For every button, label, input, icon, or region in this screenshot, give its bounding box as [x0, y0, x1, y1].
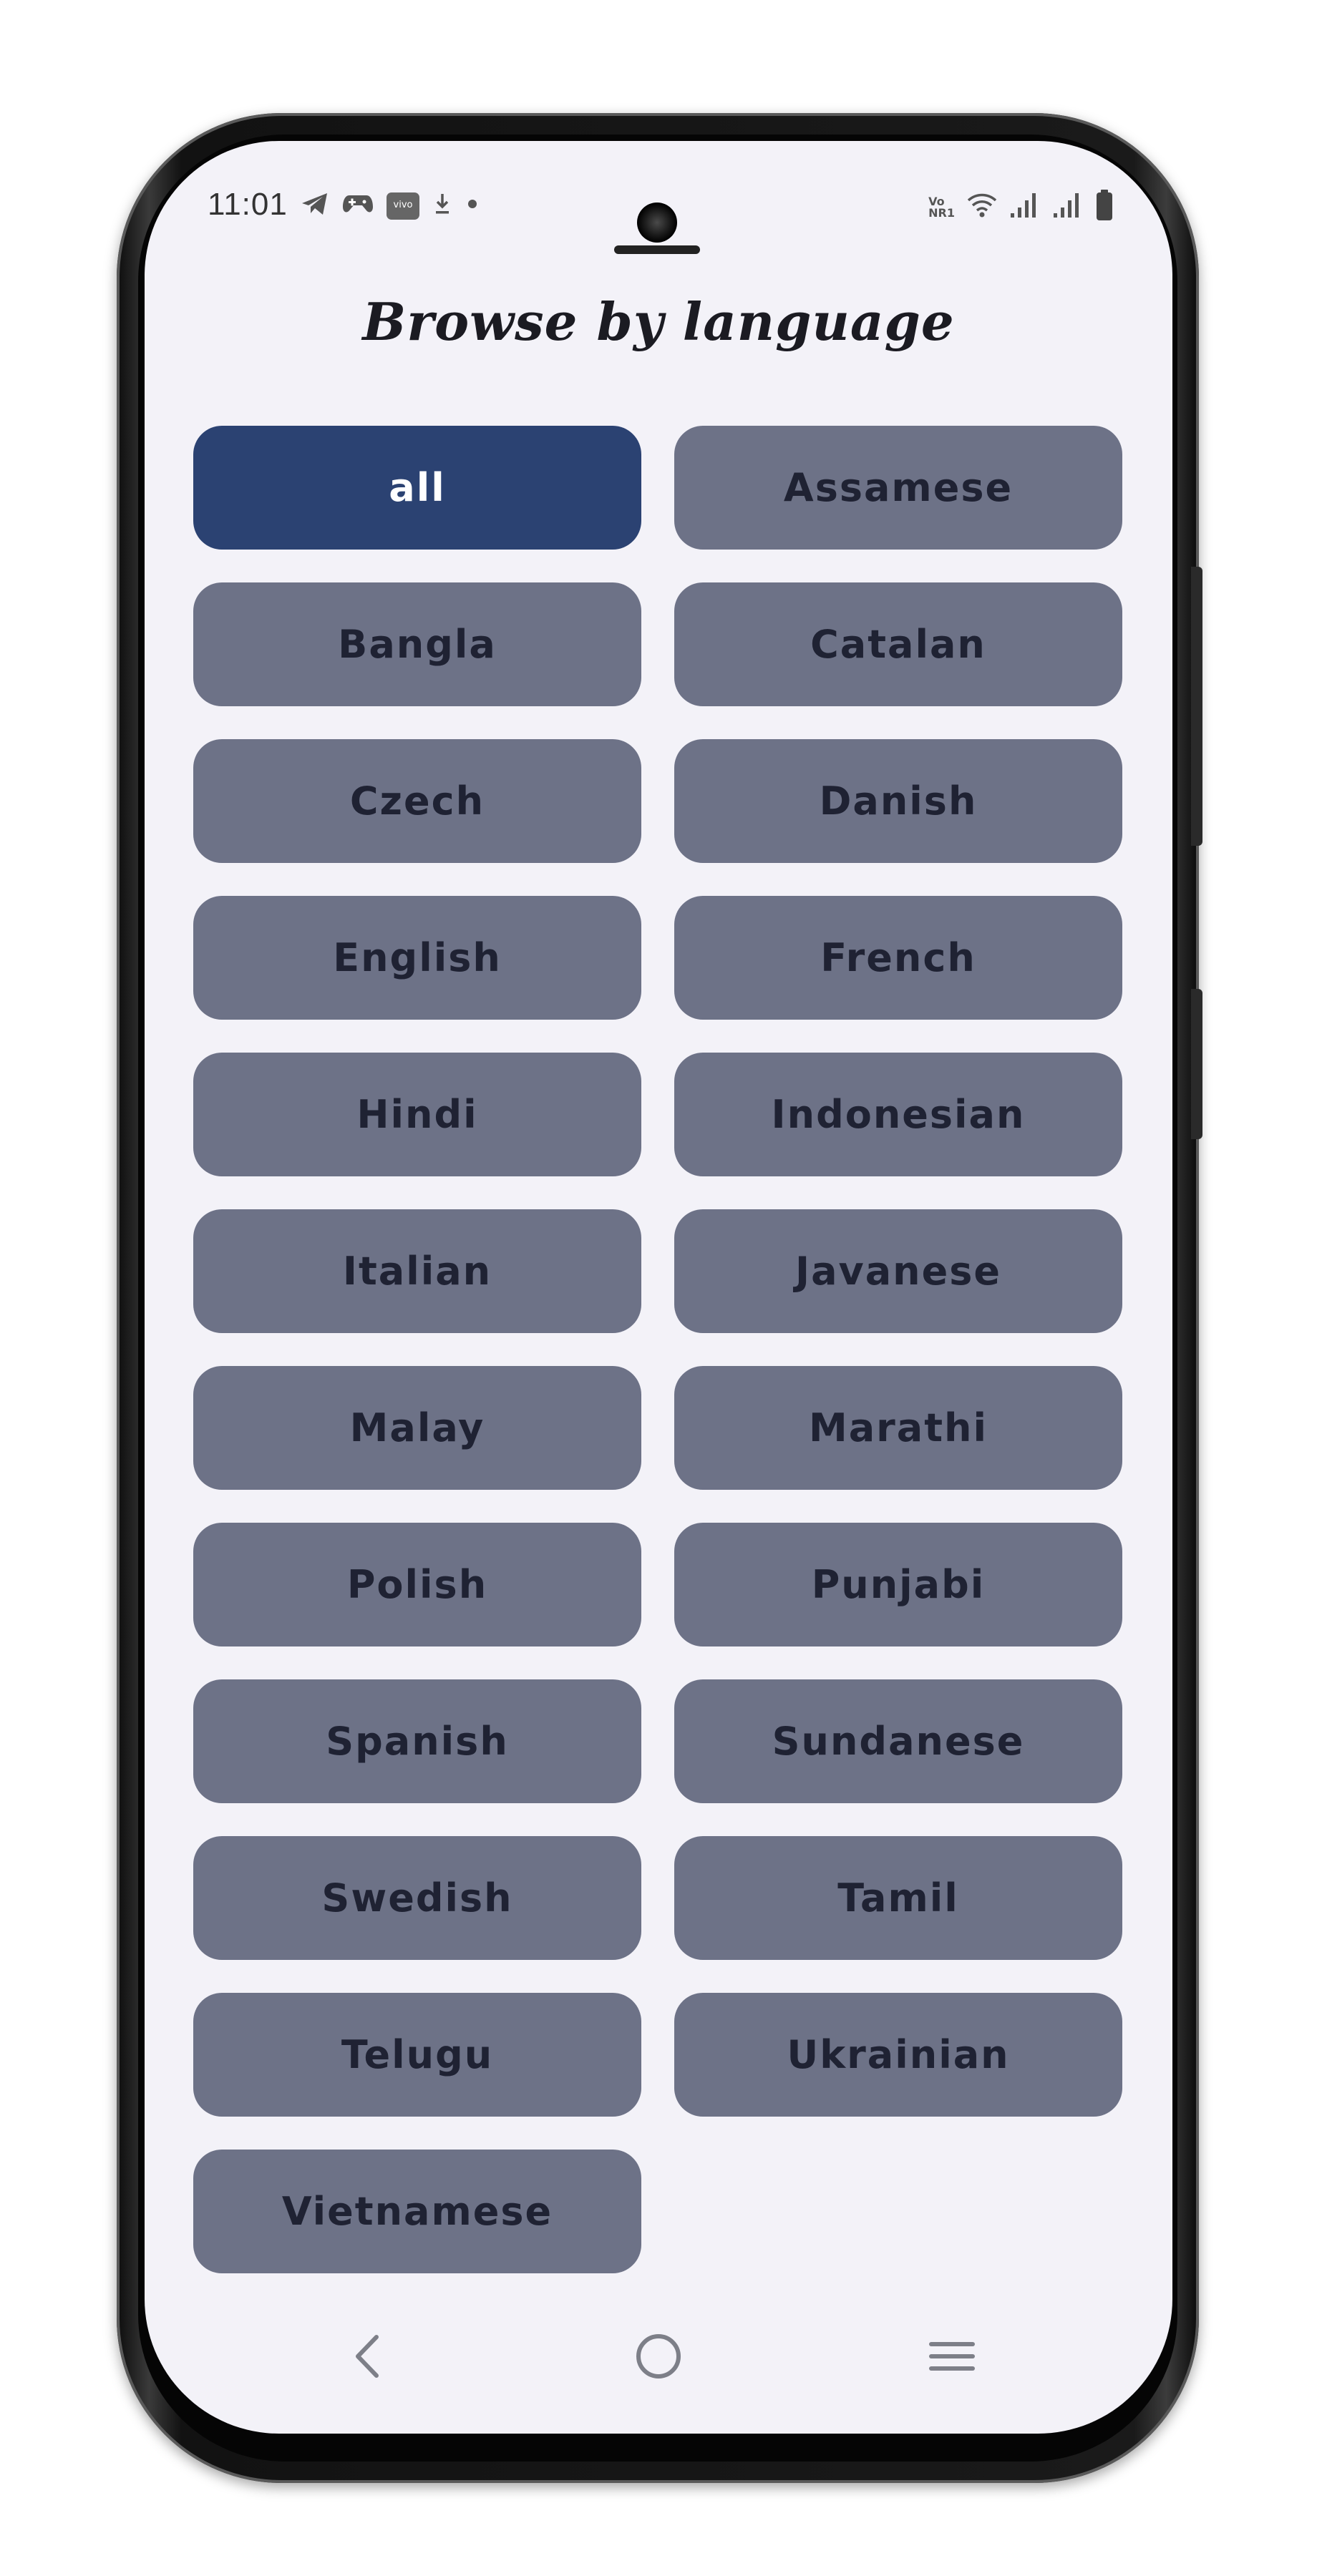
- camera-lens: [637, 203, 677, 243]
- language-button-punjabi[interactable]: Punjabi: [674, 1523, 1122, 1646]
- language-button-all[interactable]: all: [193, 426, 641, 550]
- back-button[interactable]: [332, 2322, 404, 2394]
- download-icon: [432, 191, 452, 220]
- home-button[interactable]: [623, 2322, 694, 2394]
- wifi-icon: [966, 192, 998, 223]
- power-button: [1191, 989, 1202, 1139]
- language-button-assamese[interactable]: Assamese: [674, 426, 1122, 550]
- language-button-ukrainian[interactable]: Ukrainian: [674, 1993, 1122, 2117]
- volume-button: [1191, 567, 1202, 846]
- language-button-sundanese[interactable]: Sundanese: [674, 1679, 1122, 1803]
- signal-icon: [1009, 192, 1041, 223]
- language-button-malay[interactable]: Malay: [193, 1366, 641, 1490]
- camera-bar: [614, 245, 700, 254]
- notification-icons: vivo: [301, 191, 480, 220]
- language-button-italian[interactable]: Italian: [193, 1209, 641, 1333]
- language-button-indonesian[interactable]: Indonesian: [674, 1053, 1122, 1176]
- home-icon: [633, 2331, 684, 2385]
- signal-icon: [1052, 192, 1084, 223]
- language-button-swedish[interactable]: Swedish: [193, 1836, 641, 1960]
- language-button-english[interactable]: English: [193, 896, 641, 1020]
- language-grid: all Assamese Bangla Catalan Czech Danish Engli…: [193, 426, 1124, 2273]
- language-button-danish[interactable]: Danish: [674, 739, 1122, 863]
- status-bar: 11:01 vivo Vo NR1: [145, 184, 1172, 254]
- navigation-bar: [145, 2322, 1172, 2394]
- language-button-catalan[interactable]: Catalan: [674, 582, 1122, 706]
- language-button-vietnamese[interactable]: Vietnamese: [193, 2150, 641, 2273]
- back-icon: [346, 2331, 389, 2385]
- language-button-tamil[interactable]: Tamil: [674, 1836, 1122, 1960]
- phone-screen: 11:01 vivo Vo NR1 Browse by language all…: [145, 141, 1172, 2434]
- vivo-icon-label: vivo: [393, 199, 413, 210]
- recents-button[interactable]: [916, 2322, 988, 2394]
- recents-icon: [926, 2335, 978, 2381]
- vivo-icon: vivo: [387, 192, 419, 220]
- language-button-polish[interactable]: Polish: [193, 1523, 641, 1646]
- language-button-hindi[interactable]: Hindi: [193, 1053, 641, 1176]
- volte-icon-bottom: NR1: [928, 205, 955, 220]
- page-title: Browse by language: [362, 291, 955, 352]
- language-button-french[interactable]: French: [674, 896, 1122, 1020]
- language-button-bangla[interactable]: Bangla: [193, 582, 641, 706]
- telegram-icon: [301, 191, 329, 220]
- system-status-icons: Vo NR1: [928, 190, 1114, 225]
- language-button-spanish[interactable]: Spanish: [193, 1679, 641, 1803]
- dot-icon: [465, 197, 480, 215]
- language-button-czech[interactable]: Czech: [193, 739, 641, 863]
- status-time: 11:01: [208, 187, 288, 222]
- language-button-telugu[interactable]: Telugu: [193, 1993, 641, 2117]
- front-camera: [614, 203, 700, 260]
- game-controller-icon: [342, 192, 374, 219]
- volte-icon: Vo NR1: [928, 195, 955, 220]
- language-button-javanese[interactable]: Javanese: [674, 1209, 1122, 1333]
- battery-icon: [1095, 190, 1114, 225]
- language-button-marathi[interactable]: Marathi: [674, 1366, 1122, 1490]
